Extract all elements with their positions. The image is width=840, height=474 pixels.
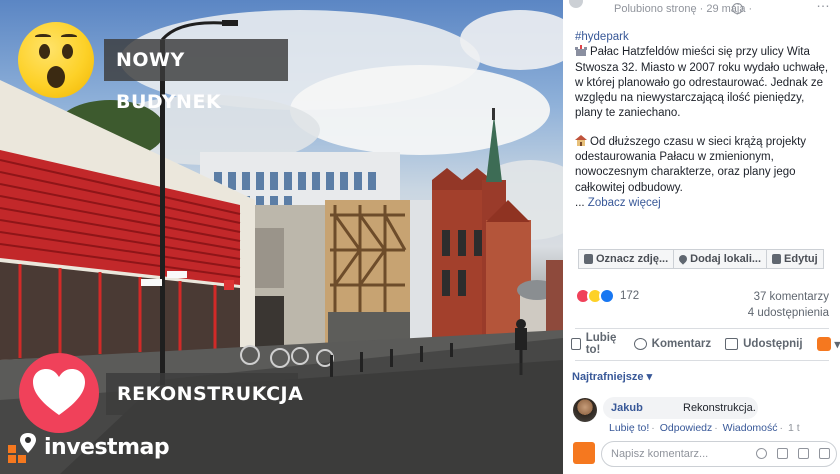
tag-icon — [584, 254, 593, 264]
comment-placeholder: Napisz komentarz... — [611, 448, 709, 460]
like-reaction-icon — [599, 288, 615, 304]
edit-label: Edytuj — [784, 253, 818, 265]
add-location-label: Dodaj lokali... — [690, 253, 762, 265]
brand-name: investmap — [44, 434, 170, 460]
more-options-icon[interactable]: … — [816, 0, 830, 10]
post-paragraph-1: Pałac Hatzfeldów mieści się przy ulicy W… — [575, 46, 829, 120]
gif-icon[interactable] — [798, 448, 809, 459]
reconstruction-tag: REKONSTRUKCJA — [106, 373, 303, 415]
comment-item: Jakub Rekonstrukcja. Lubię to! · Odpowied… — [571, 396, 833, 436]
like-label: Lubię to! — [585, 332, 617, 356]
sticker-icon[interactable] — [819, 448, 830, 459]
add-location-button[interactable]: Dodaj lokali... — [674, 249, 768, 269]
edit-button[interactable]: Edytuj — [767, 249, 824, 269]
post-text: #hydepark Pałac Hatzfeldów mieści się pr… — [575, 30, 831, 224]
post-date[interactable]: · 29 maja · — [700, 3, 753, 15]
share-count[interactable]: 4 udostępnienia — [748, 307, 829, 319]
divider — [575, 328, 829, 329]
commenter-avatar[interactable] — [573, 398, 597, 422]
text-ellipsis: ... — [575, 196, 585, 209]
share-button[interactable]: Udostępnij — [725, 338, 803, 350]
see-more-link[interactable]: Zobacz więcej — [588, 197, 661, 209]
post-as-selector[interactable]: ▾ — [816, 337, 840, 351]
photo-actions: Oznacz zdję... Dodaj lokali... Edytuj — [578, 249, 824, 269]
liked-page-label[interactable]: Polubiono stronę — [614, 3, 697, 15]
like-button[interactable]: Lubię to! — [571, 332, 620, 356]
new-building-tag: NOWY BUDYNEK — [104, 39, 288, 113]
page-avatar-icon[interactable] — [569, 0, 583, 8]
comment-input[interactable]: Napisz komentarz... — [601, 441, 837, 467]
comment-label: Komentarz — [651, 338, 712, 350]
comment-author[interactable]: Jakub — [611, 402, 643, 414]
investmap-logo-icon — [8, 431, 38, 463]
comment-button[interactable]: Komentarz — [633, 338, 712, 350]
castle-emoji-icon — [575, 45, 587, 57]
heart-reaction-icon — [19, 353, 99, 433]
comment-count[interactable]: 37 komentarzy — [754, 291, 829, 303]
comment-links: Lubię to! · Odpowiedz · Wiadomość · 1 t — [609, 422, 800, 434]
composer-avatar — [573, 442, 595, 464]
emoji-icon[interactable] — [756, 448, 767, 459]
comment-composer: Napisz komentarz... — [571, 441, 837, 467]
comment-text: Rekonstrukcja. — [683, 402, 756, 414]
comment-bubble: Jakub Rekonstrukcja. — [603, 397, 758, 419]
comment-like-link[interactable]: Lubię to! — [609, 422, 649, 434]
camera-icon[interactable] — [777, 448, 788, 459]
comment-timestamp[interactable]: 1 t — [788, 422, 800, 434]
reaction-count[interactable]: 172 — [620, 290, 639, 302]
thumbs-up-icon — [571, 338, 581, 350]
comment-message-link[interactable]: Wiadomość — [723, 422, 778, 434]
chevron-down-icon: ▾ — [834, 339, 840, 351]
share-label: Udostępnij — [743, 338, 803, 350]
tag-photo-button[interactable]: Oznacz zdję... — [578, 249, 675, 269]
comment-sort-selector[interactable]: Najtrafniejsze ▾ — [572, 370, 652, 383]
investmap-brand: investmap — [8, 430, 170, 464]
post-action-bar: Lubię to! Komentarz Udostępnij ▾ — [571, 332, 840, 356]
post-panel: Polubiono stronę · 29 maja · … #hydepark… — [563, 0, 840, 474]
pencil-icon — [772, 254, 782, 264]
share-arrow-icon — [725, 338, 739, 350]
tag-photo-label: Oznacz zdję... — [596, 253, 669, 265]
post-paragraph-2: Od dłuższego czasu w sieci krążą projekt… — [575, 135, 807, 194]
divider — [575, 360, 829, 361]
house-emoji-icon — [575, 134, 587, 146]
comment-reply-link[interactable]: Odpowiedz — [660, 422, 713, 434]
page-avatar-icon — [816, 337, 831, 351]
post-meta: Polubiono stronę · 29 maja · … — [563, 0, 840, 20]
location-pin-icon — [677, 253, 689, 265]
post-photo[interactable]: NOWY BUDYNEK REKONSTRUKCJA investmap — [0, 0, 563, 474]
post-stats: 172 37 komentarzy 4 udostępnienia — [575, 287, 829, 323]
hashtag-link[interactable]: #hydepark — [575, 31, 629, 43]
composer-tools — [746, 448, 830, 459]
reaction-icons[interactable] — [575, 288, 615, 304]
globe-icon — [732, 3, 743, 14]
speech-bubble-icon — [633, 338, 647, 350]
wow-emoji-icon — [18, 22, 94, 98]
